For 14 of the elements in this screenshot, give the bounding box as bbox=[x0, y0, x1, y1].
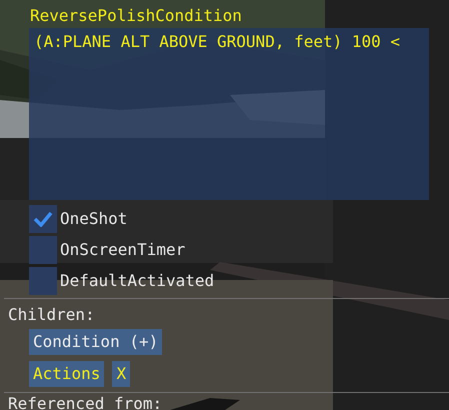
condition-field[interactable]: (A:PLANE ALT ABOVE GROUND, feet) 100 < bbox=[29, 28, 429, 200]
checkmark-icon bbox=[33, 211, 53, 227]
remove-button[interactable]: X bbox=[112, 361, 130, 387]
checkbox-label: DefaultActivated bbox=[60, 270, 214, 292]
checkbox[interactable] bbox=[29, 267, 57, 295]
checkbox-label: OnScreenTimer bbox=[60, 239, 186, 261]
section-label: Referenced from: bbox=[8, 394, 164, 410]
field-label: ReversePolishCondition bbox=[30, 5, 243, 27]
checkbox[interactable] bbox=[29, 205, 57, 233]
child-button[interactable]: Condition (+) bbox=[29, 329, 162, 355]
checkbox[interactable] bbox=[29, 236, 57, 264]
section-label: Children: bbox=[8, 304, 96, 326]
child-button[interactable]: Actions bbox=[29, 361, 104, 387]
checkbox-label: OneShot bbox=[60, 208, 128, 230]
